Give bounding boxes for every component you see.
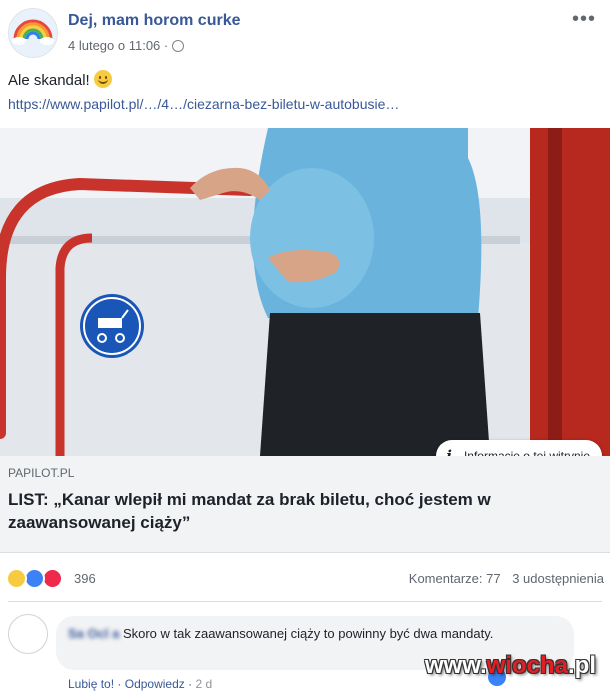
smile-emoji-icon (93, 70, 112, 88)
link-headline[interactable]: LIST: „Kanar wlepił mi mandat za brak bi… (8, 488, 598, 534)
comments-count[interactable]: Komentarze: 77 (409, 571, 501, 586)
comment-text: Skoro w tak zaawansowanej ciąży to powin… (122, 626, 494, 641)
like-reaction-icon (24, 568, 45, 589)
timestamp-text[interactable]: 4 lutego o 11:06 · (68, 38, 168, 53)
post-message: Ale skandal! (8, 72, 90, 89)
link-preview-box[interactable]: PAPILOT.PL LIST: „Kanar wlepił mi mandat… (0, 456, 610, 553)
engagement-stats: Komentarze: 77 3 udostępnienia (401, 571, 604, 586)
watermark-suffix: .pl (568, 652, 596, 679)
watermark-prefix: www. (424, 652, 487, 679)
post-header: Dej, mam horom curke 4 lutego o 11:06 · … (0, 0, 610, 64)
watermark-brand: wiocha (486, 652, 568, 679)
post-url-link[interactable]: https://www.papilot.pl/…/4…/ciezarna-bez… (8, 96, 399, 112)
divider (8, 601, 602, 602)
site-watermark: www.wiocha.pl (425, 652, 596, 680)
commenter-avatar[interactable] (8, 614, 48, 654)
comment-content: Sa Ocl a Skoro w tak zaawansowanej ciąży… (68, 624, 568, 644)
page-name[interactable]: Dej, mam horom curke (68, 12, 241, 30)
shares-count[interactable]: 3 udostępnienia (512, 571, 604, 586)
link-preview-image[interactable] (0, 128, 610, 456)
post-stats-bar: 396 Komentarze: 77 3 udostępnienia (0, 562, 610, 594)
post-text: Ale skandal! (8, 70, 112, 89)
rainbow-icon (9, 9, 57, 57)
more-options-icon[interactable]: ••• (572, 8, 596, 31)
pregnant-woman-bus-photo (0, 128, 610, 456)
love-reaction-icon (42, 568, 63, 589)
reaction-count[interactable]: 396 (74, 571, 96, 586)
link-domain: PAPILOT.PL (8, 466, 75, 480)
haha-reaction-icon (6, 568, 27, 589)
globe-icon (172, 40, 185, 52)
commenter-name[interactable]: Sa Ocl a (68, 626, 119, 641)
page-avatar[interactable] (8, 8, 58, 58)
post-timestamp[interactable]: 4 lutego o 11:06 · (68, 38, 185, 53)
